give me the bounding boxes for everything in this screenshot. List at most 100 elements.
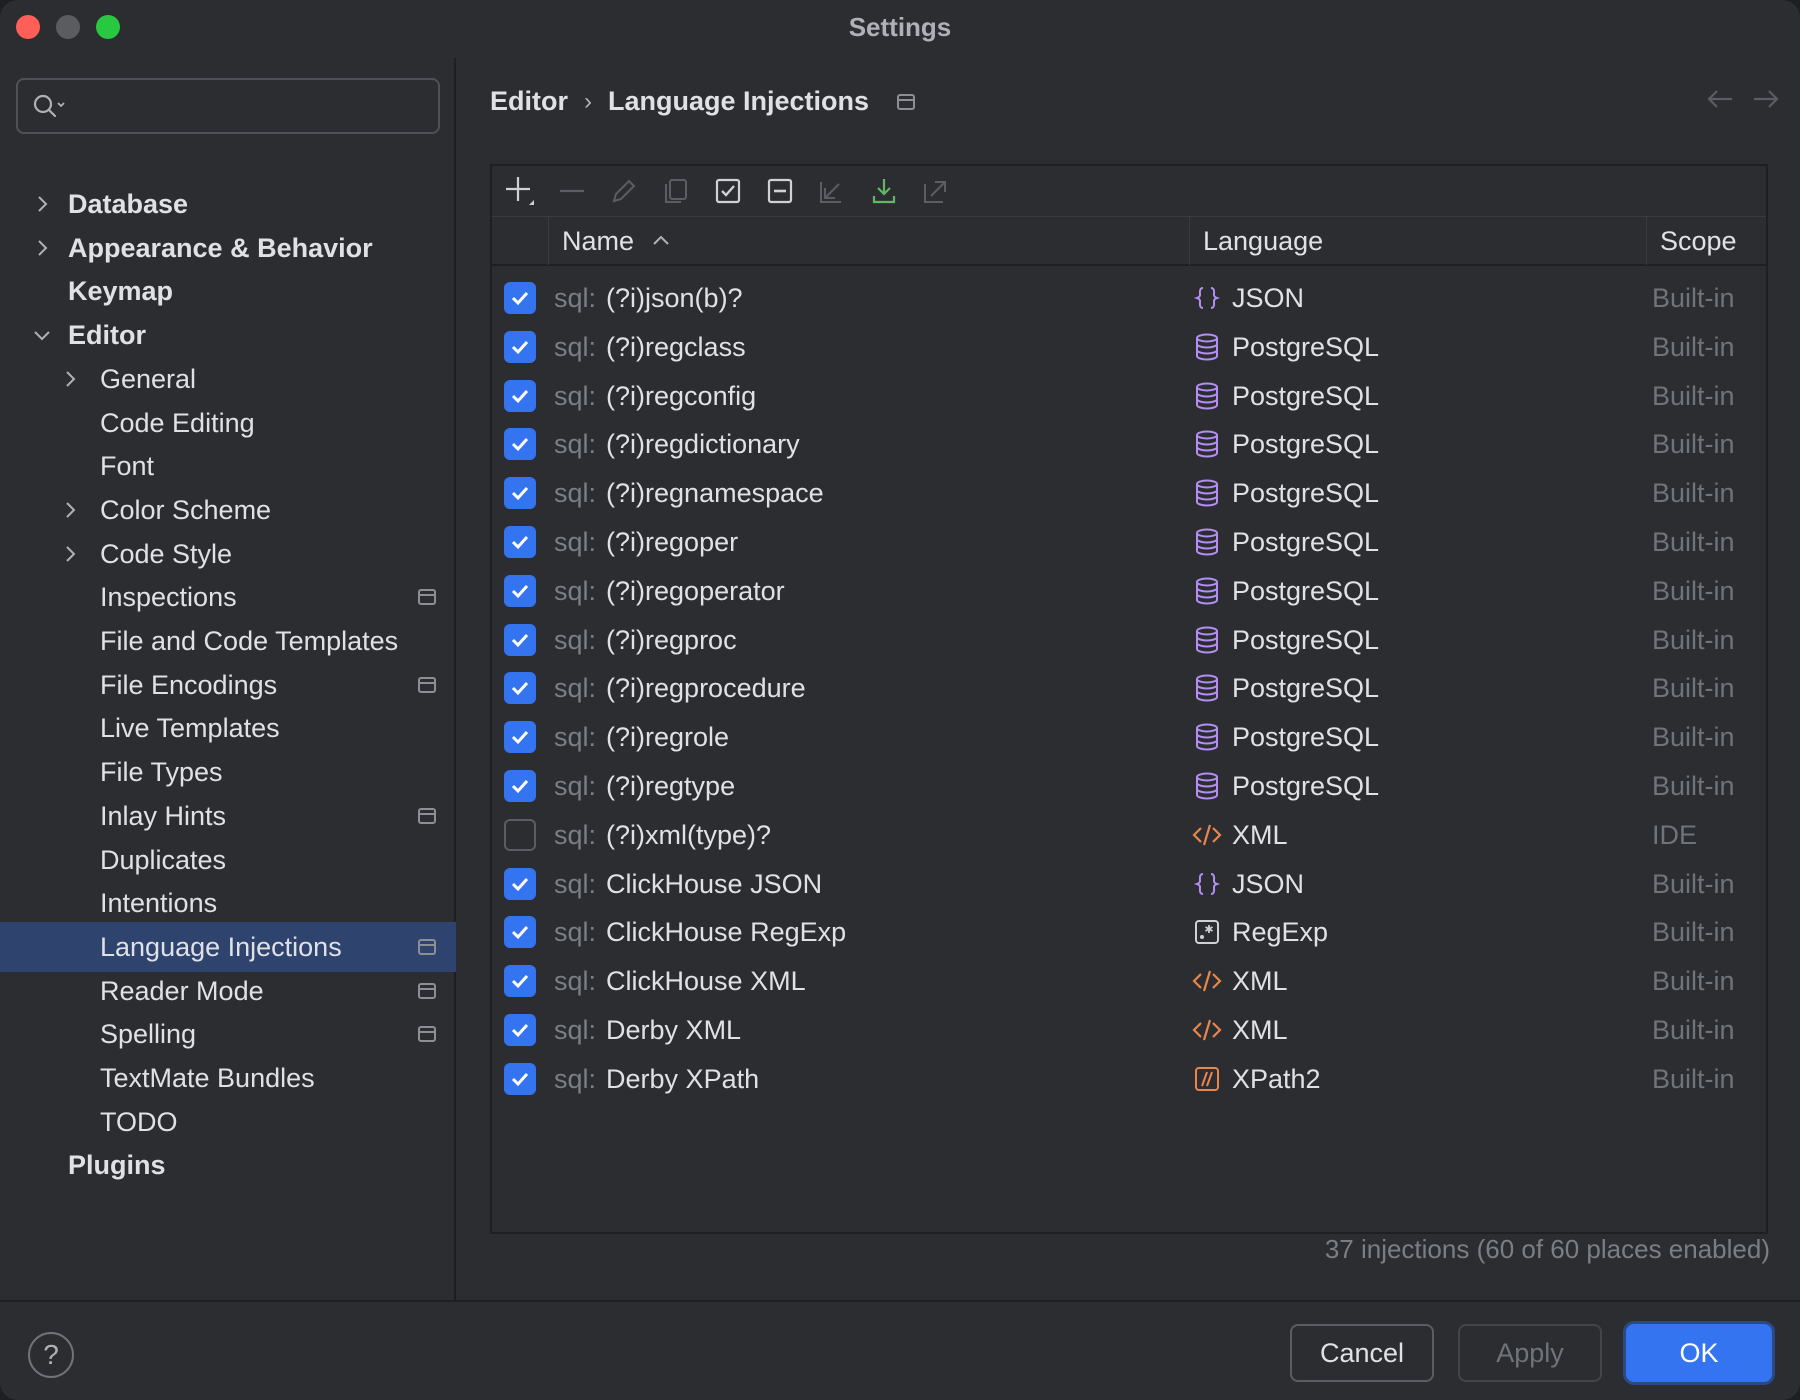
add-button[interactable] xyxy=(502,173,538,209)
table-row[interactable]: sql:(?i)regtypePostgreSQLBuilt-in xyxy=(492,758,1766,814)
table-row[interactable]: sql:(?i)regoperPostgreSQLBuilt-in xyxy=(492,514,1766,570)
language-label: XPath2 xyxy=(1232,1064,1321,1095)
checkmark-icon xyxy=(509,1019,531,1041)
cancel-button[interactable]: Cancel xyxy=(1290,1324,1434,1382)
enabled-checkbox[interactable] xyxy=(504,624,536,656)
pin-icon xyxy=(418,677,436,693)
sidebar-item-database[interactable]: Database xyxy=(0,179,456,229)
enabled-checkbox[interactable] xyxy=(504,380,536,412)
breadcrumb-editor[interactable]: Editor xyxy=(490,86,568,117)
enable-all-button[interactable] xyxy=(710,173,746,209)
import-button[interactable] xyxy=(814,173,850,209)
back-arrow-icon[interactable] xyxy=(1706,88,1734,110)
help-button[interactable]: ? xyxy=(28,1332,74,1378)
injection-prefix: sql: xyxy=(554,673,596,704)
table-row[interactable]: sql:Derby XMLXMLBuilt-in xyxy=(492,1002,1766,1058)
injection-language: JSON xyxy=(1192,270,1304,326)
enabled-checkbox[interactable] xyxy=(504,1014,536,1046)
chevron-right-icon[interactable] xyxy=(60,544,80,564)
table-row[interactable]: sql:(?i)regnamespacePostgreSQLBuilt-in xyxy=(492,465,1766,521)
database-icon xyxy=(1192,673,1222,703)
injection-scope: Built-in xyxy=(1652,904,1735,960)
chevron-right-icon[interactable] xyxy=(32,194,52,214)
table-row[interactable]: sql:(?i)regdictionaryPostgreSQLBuilt-in xyxy=(492,416,1766,472)
sidebar-item-font[interactable]: Font xyxy=(0,441,456,491)
ok-button[interactable]: OK xyxy=(1626,1324,1772,1382)
forward-arrow-icon[interactable] xyxy=(1752,88,1780,110)
table-row[interactable]: sql:(?i)regrolePostgreSQLBuilt-in xyxy=(492,709,1766,765)
sidebar-item-label: Font xyxy=(100,451,154,482)
remove-button[interactable] xyxy=(554,173,590,209)
table-row[interactable]: sql:(?i)regoperatorPostgreSQLBuilt-in xyxy=(492,563,1766,619)
enabled-checkbox[interactable] xyxy=(504,477,536,509)
column-header-name[interactable]: Name xyxy=(548,217,1098,265)
enabled-checkbox[interactable] xyxy=(504,916,536,948)
table-row[interactable]: sql:Derby XPathXPath2Built-in xyxy=(492,1051,1766,1107)
table-row[interactable]: sql:(?i)regprocedurePostgreSQLBuilt-in xyxy=(492,660,1766,716)
checkbox-unchecked-icon xyxy=(765,176,795,206)
table-row[interactable]: sql:(?i)xml(type)?XMLIDE xyxy=(492,807,1766,863)
language-label: PostgreSQL xyxy=(1232,478,1379,509)
settings-content: Editor › Language Injections xyxy=(458,58,1800,1300)
checkmark-icon xyxy=(509,970,531,992)
edit-button[interactable] xyxy=(606,173,642,209)
pencil-icon xyxy=(609,176,639,206)
enabled-checkbox[interactable] xyxy=(504,672,536,704)
table-row[interactable]: sql:(?i)regclassPostgreSQLBuilt-in xyxy=(492,319,1766,375)
sidebar-item-inspections[interactable]: Inspections xyxy=(0,572,456,622)
sidebar-item-live-templates[interactable]: Live Templates xyxy=(0,703,456,753)
enabled-checkbox[interactable] xyxy=(504,819,536,851)
injection-pattern: (?i)regoperator xyxy=(606,576,785,607)
download-button[interactable] xyxy=(866,173,902,209)
enabled-checkbox[interactable] xyxy=(504,575,536,607)
export-button[interactable] xyxy=(918,173,954,209)
enabled-checkbox[interactable] xyxy=(504,282,536,314)
apply-button[interactable]: Apply xyxy=(1458,1324,1602,1382)
chevron-down-icon[interactable] xyxy=(32,325,52,345)
enabled-checkbox[interactable] xyxy=(504,1063,536,1095)
enabled-checkbox[interactable] xyxy=(504,965,536,997)
sidebar-item-intentions[interactable]: Intentions xyxy=(0,878,456,928)
language-label: PostgreSQL xyxy=(1232,381,1379,412)
disable-all-button[interactable] xyxy=(762,173,798,209)
injection-name: sql:(?i)json(b)? xyxy=(554,270,743,326)
column-header-scope[interactable]: Scope xyxy=(1646,217,1766,265)
enabled-checkbox[interactable] xyxy=(504,721,536,753)
sidebar-item-textmate-bundles[interactable]: TextMate Bundles xyxy=(0,1053,456,1103)
table-row[interactable]: sql:(?i)json(b)?JSONBuilt-in xyxy=(492,270,1766,326)
sidebar-item-language-injections[interactable]: Language Injections xyxy=(0,922,456,972)
enabled-checkbox[interactable] xyxy=(504,770,536,802)
copy-button[interactable] xyxy=(658,173,694,209)
enabled-checkbox[interactable] xyxy=(504,526,536,558)
table-row[interactable]: sql:ClickHouse RegExpRegExpBuilt-in xyxy=(492,904,1766,960)
chevron-right-icon[interactable] xyxy=(60,500,80,520)
enabled-checkbox[interactable] xyxy=(504,428,536,460)
breadcrumb: Editor › Language Injections xyxy=(490,86,915,117)
sidebar-item-spelling[interactable]: Spelling xyxy=(0,1009,456,1059)
search-icon xyxy=(32,93,68,121)
plus-icon xyxy=(503,174,537,208)
breadcrumb-separator: › xyxy=(584,88,592,116)
checkmark-icon xyxy=(509,921,531,943)
injection-prefix: sql: xyxy=(554,1064,596,1095)
sidebar-item-label: General xyxy=(100,364,196,395)
sidebar-item-keymap[interactable]: Keymap xyxy=(0,266,456,316)
enabled-checkbox[interactable] xyxy=(504,331,536,363)
enabled-checkbox[interactable] xyxy=(504,868,536,900)
injection-language: XML xyxy=(1192,953,1288,1009)
sidebar-item-label: Language Injections xyxy=(100,932,342,963)
settings-search-input[interactable] xyxy=(16,78,440,134)
sidebar-item-file-and-code-templates[interactable]: File and Code Templates xyxy=(0,616,456,666)
column-header-language[interactable]: Language xyxy=(1189,217,1609,265)
sidebar-item-plugins[interactable]: Plugins xyxy=(0,1140,456,1190)
chevron-right-icon[interactable] xyxy=(32,238,52,258)
sidebar-item-color-scheme[interactable]: Color Scheme xyxy=(0,485,456,535)
chevron-right-icon[interactable] xyxy=(60,369,80,389)
sidebar-item-label: Code Style xyxy=(100,539,232,570)
sidebar-item-file-types[interactable]: File Types xyxy=(0,747,456,797)
injection-pattern: (?i)regrole xyxy=(606,722,729,753)
sidebar-item-general[interactable]: General xyxy=(0,354,456,404)
table-row[interactable]: sql:ClickHouse XMLXMLBuilt-in xyxy=(492,953,1766,1009)
sidebar-item-inlay-hints[interactable]: Inlay Hints xyxy=(0,791,456,841)
sidebar-item-editor[interactable]: Editor xyxy=(0,310,456,360)
